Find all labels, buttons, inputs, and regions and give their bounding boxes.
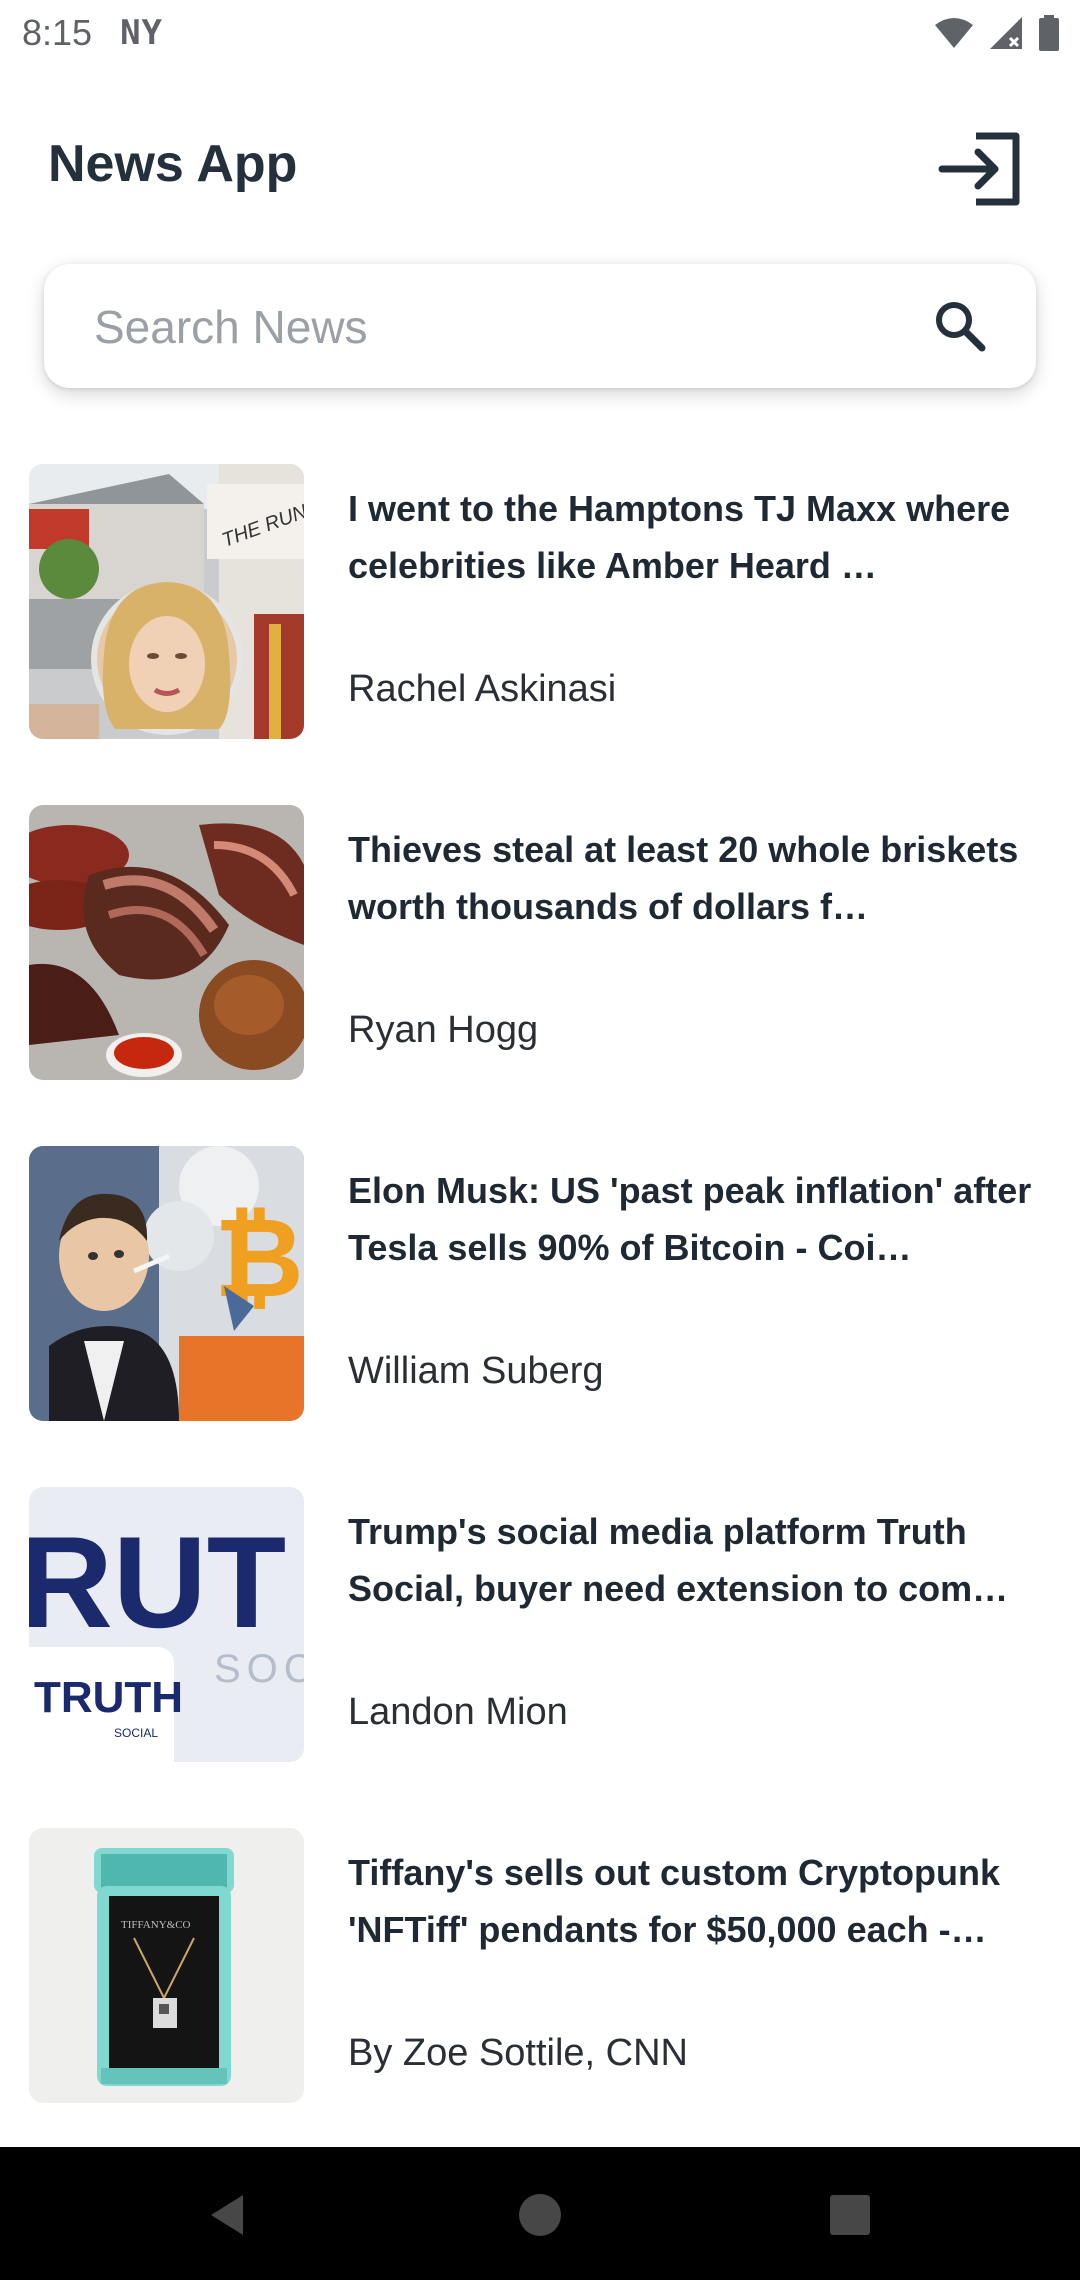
news-item[interactable]: RUT SOC TRUTH SOCIAL Trump's social medi…: [0, 1487, 1080, 1762]
article-image: THE RUNWAY: [29, 464, 304, 739]
search-input[interactable]: [92, 286, 916, 368]
tiffany-logo: TIFFANY&CO: [121, 1919, 191, 1931]
carrier-label: NY: [120, 13, 164, 53]
recents-square-icon: [830, 2195, 870, 2235]
article-image: TIFFANY&CO: [29, 1828, 304, 2103]
recents-button[interactable]: [822, 2187, 878, 2243]
soc-text: SOC: [214, 1647, 304, 1691]
article-thumbnail: ₿: [29, 1146, 304, 1421]
news-item[interactable]: Thieves steal at least 20 whole briskets…: [0, 805, 1080, 1080]
article-author: William Suberg: [348, 1350, 604, 1392]
article-thumbnail: RUT SOC TRUTH SOCIAL: [29, 1487, 304, 1762]
search-button[interactable]: [930, 296, 990, 356]
status-left: 8:15 NY: [22, 12, 163, 54]
truth-small-text: TRUTH: [34, 1673, 183, 1722]
app-title: News App: [48, 135, 298, 193]
bitcoin-symbol: ₿: [214, 1197, 304, 1320]
news-list: THE RUNWAY I went to the Hamptons TJ Max…: [0, 464, 1080, 2169]
article-thumbnail: TIFFANY&CO: [29, 1828, 304, 2103]
article-title: Trump's social media platform Truth Soci…: [348, 1511, 1009, 1609]
article-title: Thieves steal at least 20 whole briskets…: [348, 829, 1019, 927]
news-item[interactable]: ₿ Elon Musk: US 'past peak inflation' af…: [0, 1146, 1080, 1421]
search-bar: [44, 264, 1036, 388]
article-author: By Zoe Sottile, CNN: [348, 2032, 688, 2074]
home-button[interactable]: [512, 2187, 568, 2243]
article-title: I went to the Hamptons TJ Maxx where cel…: [348, 488, 1011, 586]
article-image: [29, 805, 304, 1080]
app-bar: News App: [0, 110, 1080, 220]
article-title: Tiffany's sells out custom Cryptopunk 'N…: [348, 1852, 1000, 1950]
search-icon: [936, 302, 986, 352]
news-item[interactable]: THE RUNWAY I went to the Hamptons TJ Max…: [0, 464, 1080, 739]
back-button[interactable]: [203, 2187, 259, 2243]
status-bar: 8:15 NY: [0, 0, 1080, 66]
article-author: Ryan Hogg: [348, 1009, 539, 1051]
home-circle-icon: [519, 2194, 561, 2236]
article-thumbnail: [29, 805, 304, 1080]
truth-big-text: RUT: [29, 1509, 286, 1655]
system-nav-bar: [0, 2147, 1080, 2280]
article-author: Landon Mion: [348, 1691, 568, 1733]
signal-icon: [990, 17, 1022, 49]
news-item[interactable]: TIFFANY&CO Tiffany's sells out custom Cr…: [0, 1828, 1080, 2103]
login-button[interactable]: [938, 130, 1022, 208]
status-time: 8:15: [22, 12, 93, 53]
battery-icon: [1039, 15, 1059, 51]
article-author: Rachel Askinasi: [348, 668, 617, 710]
status-icons: [934, 15, 1060, 51]
wifi-icon: [935, 18, 973, 48]
login-icon: [938, 132, 1020, 206]
truth-social-text: SOCIAL: [114, 1726, 158, 1740]
article-title: Elon Musk: US 'past peak inflation' afte…: [348, 1170, 1032, 1268]
article-image: ₿: [29, 1146, 304, 1421]
article-thumbnail: THE RUNWAY: [29, 464, 304, 739]
article-image: RUT SOC TRUTH SOCIAL: [29, 1487, 304, 1762]
back-triangle-icon: [211, 2195, 243, 2235]
